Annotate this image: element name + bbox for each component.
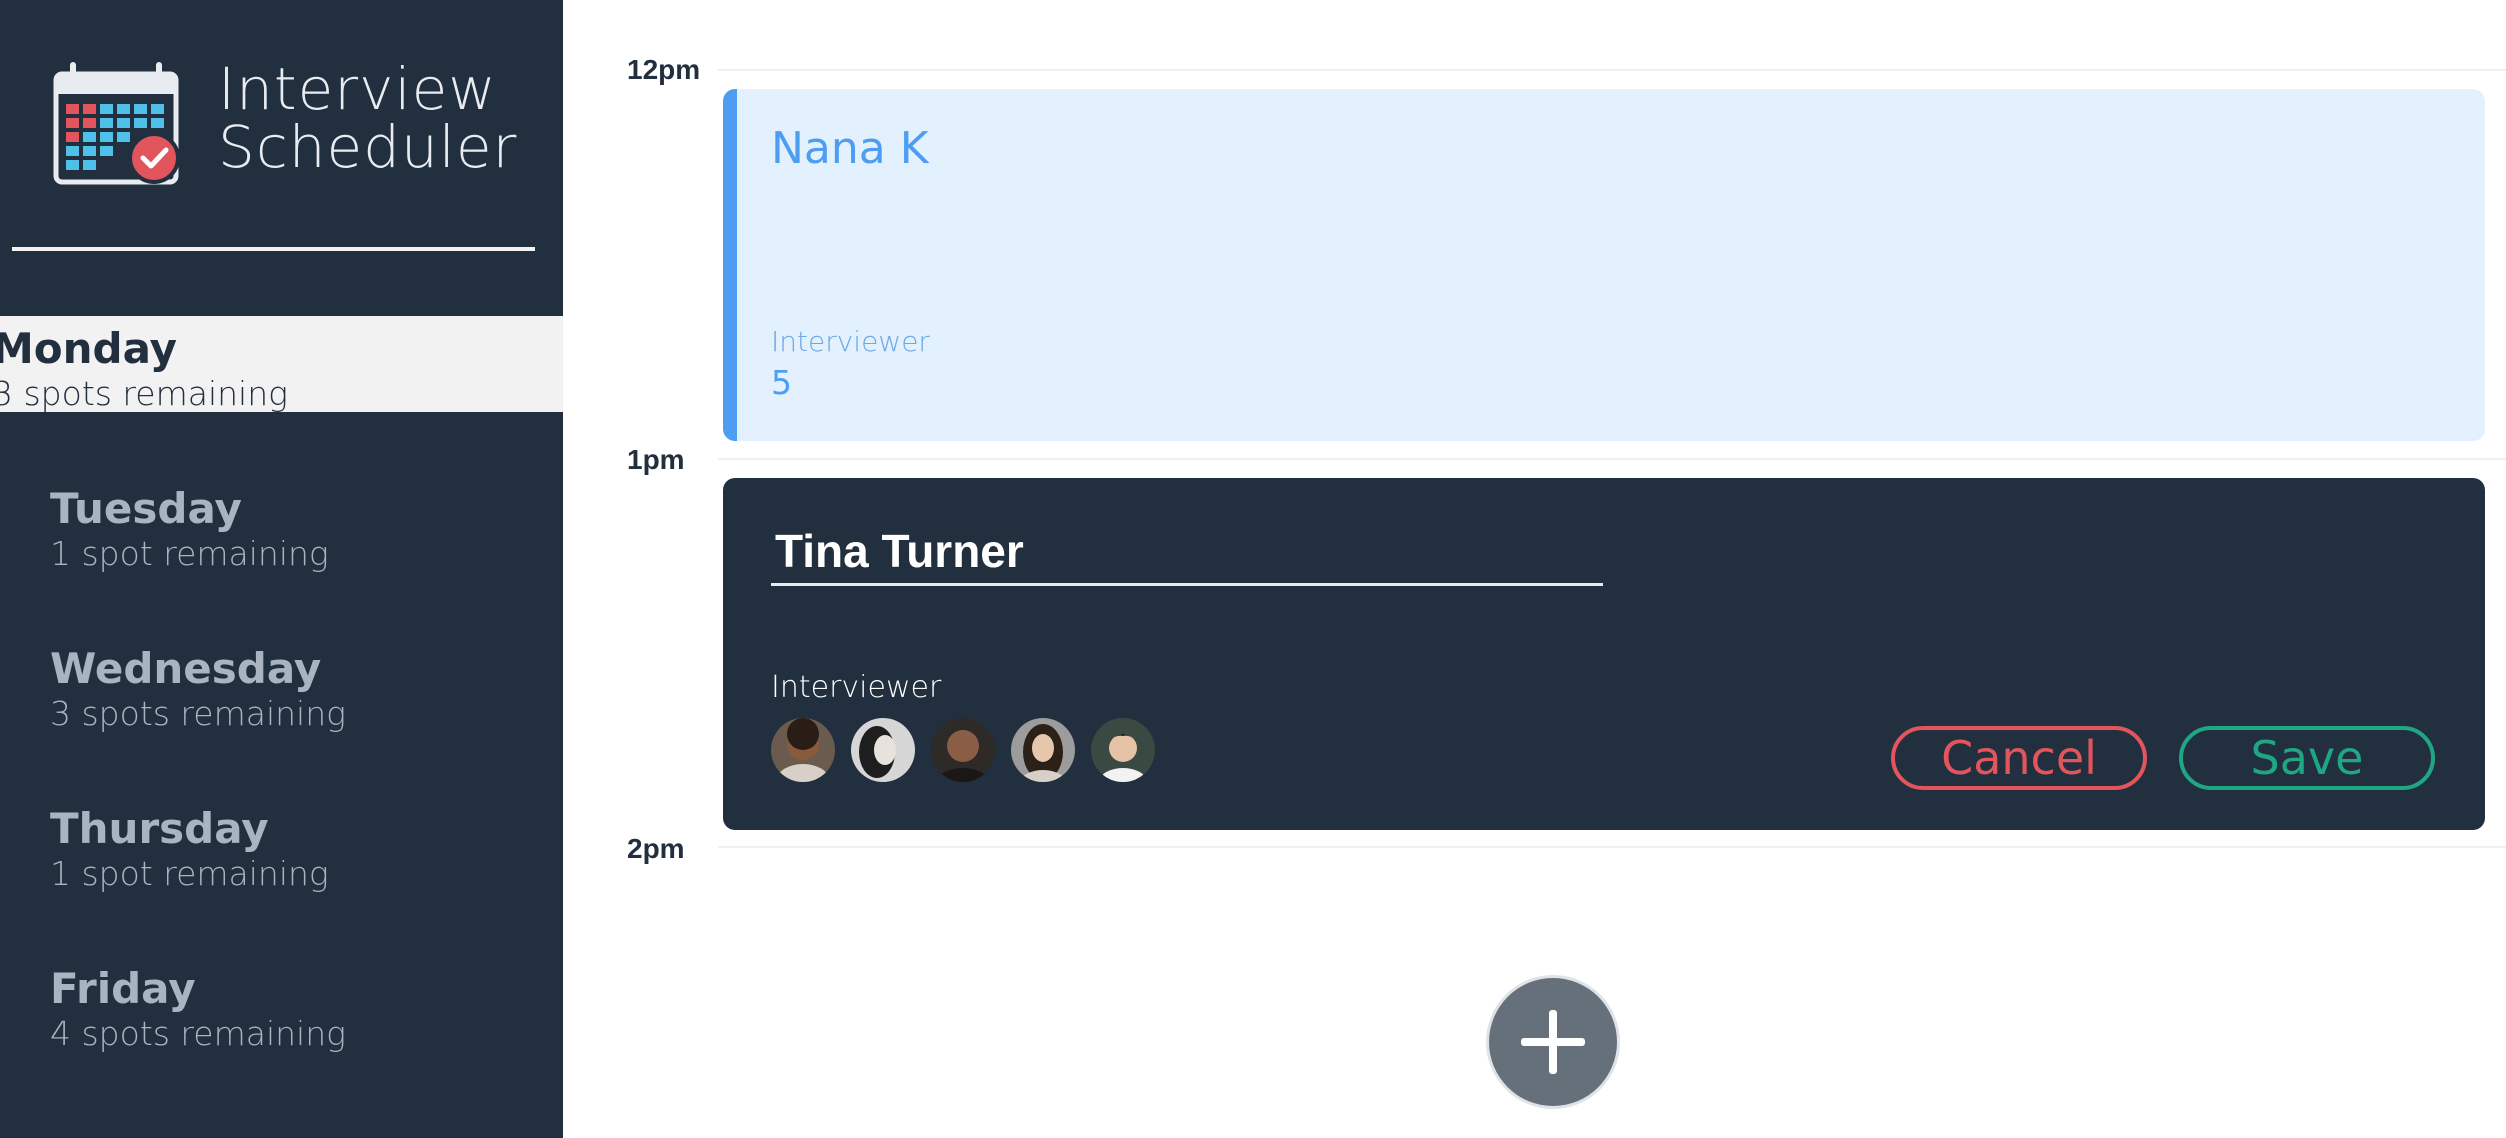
time-label-1pm: 1pm <box>627 444 685 475</box>
sidebar-divider <box>12 247 535 251</box>
hour-separator <box>718 458 2506 460</box>
day-name: Wednesday <box>50 644 322 693</box>
day-item-friday[interactable]: Friday 4 spots remaining <box>0 956 563 1053</box>
day-name: Thursday <box>50 804 269 853</box>
day-spots: 1 spot remaining <box>50 854 329 893</box>
interviewer-avatar[interactable] <box>771 718 835 782</box>
cancel-button[interactable]: Cancel <box>1891 726 2147 790</box>
day-name: Tuesday <box>50 484 242 533</box>
day-name: Monday <box>0 324 178 373</box>
day-spots: 4 spots remaining <box>50 1014 346 1053</box>
app-title-line2: Scheduler <box>218 113 518 181</box>
interviewer-label: Interviewer <box>771 325 930 358</box>
day-item-tuesday[interactable]: Tuesday 1 spot remaining <box>0 476 563 573</box>
day-item-wednesday[interactable]: Wednesday 3 spots remaining <box>0 636 563 733</box>
student-name-input[interactable] <box>771 518 1603 586</box>
day-name: Friday <box>50 964 196 1013</box>
interviewer-value: 5 <box>771 363 792 402</box>
student-name: Nana K <box>771 123 929 174</box>
sidebar: Interview Scheduler Monday 3 spots remai… <box>0 0 563 1138</box>
appointment-form: Interviewer <box>723 478 2485 830</box>
day-spots: 3 spots remaining <box>0 374 288 413</box>
interviewer-avatar[interactable] <box>1091 718 1155 782</box>
appointment-booked[interactable]: Nana K Interviewer 5 <box>723 89 2485 441</box>
day-spots: 1 spot remaining <box>50 534 329 573</box>
interviewer-label: Interviewer <box>771 670 942 705</box>
interviewer-avatar[interactable] <box>1011 718 1075 782</box>
day-spots: 3 spots remaining <box>50 694 346 733</box>
brand: Interview Scheduler <box>52 56 522 186</box>
app-title: Interview Scheduler <box>218 60 517 176</box>
interviewer-avatar[interactable] <box>851 718 915 782</box>
hour-separator <box>718 846 2506 848</box>
hour-separator <box>718 69 2506 71</box>
time-label-12pm: 12pm <box>627 54 701 85</box>
day-item-monday[interactable]: Monday 3 spots remaining <box>0 316 563 413</box>
app-title-line1: Interview <box>218 55 497 123</box>
interviewer-avatar[interactable] <box>931 718 995 782</box>
day-item-thursday[interactable]: Thursday 1 spot remaining <box>0 796 563 893</box>
add-appointment-button[interactable] <box>1489 978 1617 1106</box>
schedule: 12pm Nana K Interviewer 5 1pm Interviewe… <box>563 0 2506 1138</box>
day-list: Monday 3 spots remaining Tuesday 1 spot … <box>0 316 563 1116</box>
save-button[interactable]: Save <box>2179 726 2435 790</box>
plus-icon <box>1521 1010 1585 1074</box>
time-label-2pm: 2pm <box>627 833 685 864</box>
calendar-check-icon <box>53 62 180 185</box>
